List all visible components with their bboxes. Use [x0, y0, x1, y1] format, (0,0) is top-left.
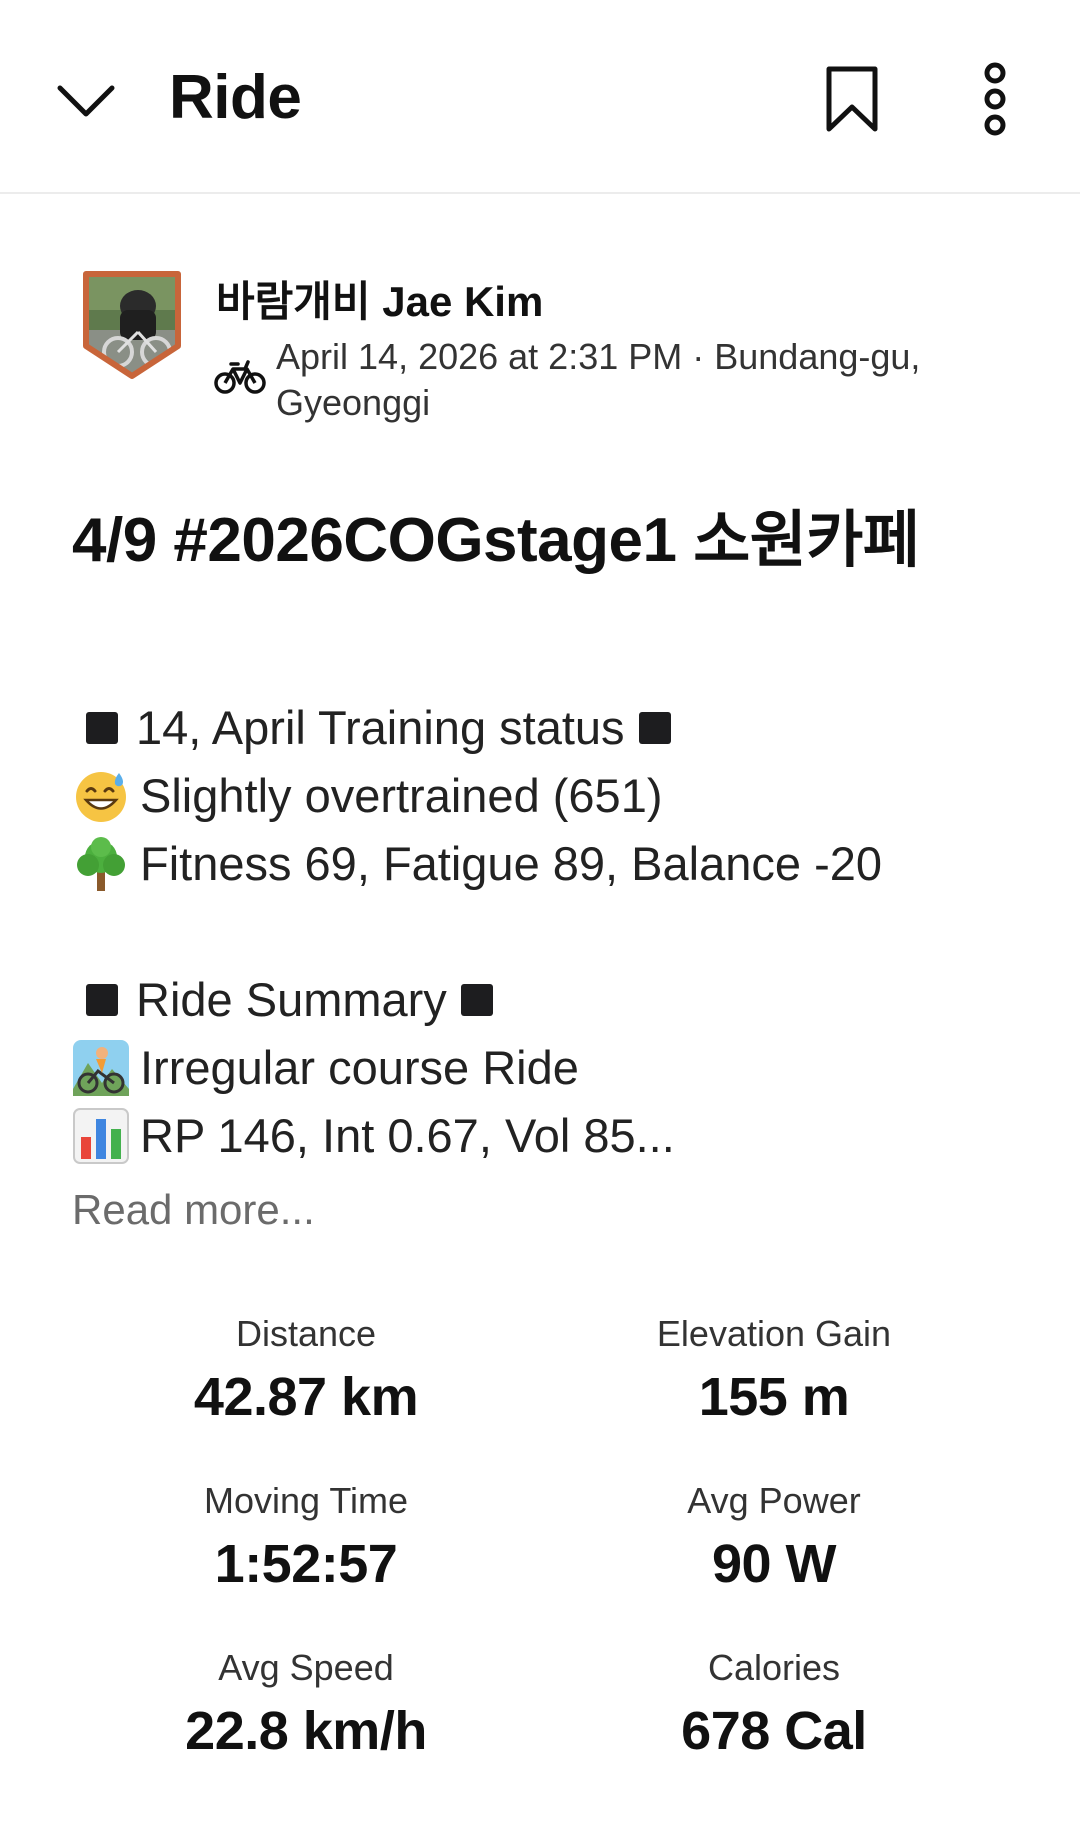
- stat-label: Calories: [707, 1647, 841, 1688]
- bookmark-icon: [826, 66, 878, 132]
- description-line: Ride Summary: [72, 966, 1032, 1034]
- bicycle-icon: [214, 360, 266, 394]
- ride-metrics-line: RP 146, Int 0.67, Vol 85...: [140, 1109, 675, 1162]
- description-line: Irregular course Ride: [72, 1034, 1032, 1102]
- black-square-icon: [86, 984, 118, 1016]
- collapse-button[interactable]: [44, 60, 128, 144]
- sweat-smile-icon: [76, 772, 126, 822]
- stat-calories: Calories 678 Cal: [554, 1646, 994, 1764]
- stat-value: 42.87 km: [193, 1367, 419, 1427]
- read-more-link[interactable]: Read more...: [72, 1186, 315, 1234]
- description-line: Slightly overtrained (651): [72, 762, 1032, 830]
- fitness-fatigue-line: Fitness 69, Fatigue 89, Balance -20: [140, 837, 882, 890]
- course-line: Irregular course Ride: [140, 1041, 579, 1094]
- black-square-icon: [86, 712, 118, 744]
- athlete-avatar[interactable]: [80, 270, 184, 380]
- mountain-biker-icon: [73, 1040, 129, 1096]
- more-options-button[interactable]: [960, 54, 1030, 144]
- stat-label: Moving Time: [203, 1480, 409, 1521]
- stat-value: 1:52:57: [214, 1534, 398, 1594]
- training-status-value: Slightly overtrained (651): [140, 769, 663, 822]
- stat-avg-power: Avg Power 90 W: [554, 1479, 994, 1597]
- athlete-name[interactable]: 바람개비 Jae Kim: [216, 268, 543, 329]
- black-square-icon: [638, 712, 671, 744]
- chevron-down-icon: [57, 85, 115, 117]
- description-line: 14, April Training status: [72, 694, 1032, 762]
- stat-label: Distance: [235, 1313, 377, 1354]
- training-status-header: 14, April Training status: [136, 701, 625, 754]
- stat-avg-speed: Avg Speed 22.8 km/h: [86, 1646, 526, 1764]
- page-title: Ride: [169, 63, 302, 132]
- activity-title: 4/9 #2026COGstage1 소원카페: [72, 506, 920, 575]
- stat-value: 22.8 km/h: [185, 1701, 427, 1761]
- more-vertical-icon: [984, 62, 1006, 136]
- ride-summary-header: Ride Summary: [136, 973, 447, 1026]
- stat-value: 155 m: [698, 1367, 850, 1427]
- stat-label: Elevation Gain: [656, 1313, 892, 1354]
- stat-distance: Distance 42.87 km: [86, 1312, 526, 1430]
- tree-icon: [77, 837, 125, 891]
- stat-value: 678 Cal: [681, 1701, 867, 1761]
- activity-date-location: April 14, 2026 at 2:31 PM · Bundang-gu, …: [276, 336, 921, 423]
- activity-description: 14, April Training status Slightly overt…: [72, 694, 1032, 1170]
- stat-value: 90 W: [711, 1534, 837, 1594]
- black-square-icon: [460, 984, 493, 1016]
- stat-label: Avg Speed: [218, 1647, 394, 1688]
- stat-elevation-gain: Elevation Gain 155 m: [554, 1312, 994, 1430]
- bar-chart-icon: [73, 1108, 129, 1164]
- stat-label: Avg Power: [687, 1480, 861, 1521]
- top-app-bar: Ride: [0, 0, 1080, 194]
- description-line: RP 146, Int 0.67, Vol 85...: [72, 1102, 1032, 1170]
- bookmark-button[interactable]: [812, 56, 892, 144]
- stat-moving-time: Moving Time 1:52:57: [86, 1479, 526, 1597]
- description-line: Fitness 69, Fatigue 89, Balance -20: [72, 830, 1032, 898]
